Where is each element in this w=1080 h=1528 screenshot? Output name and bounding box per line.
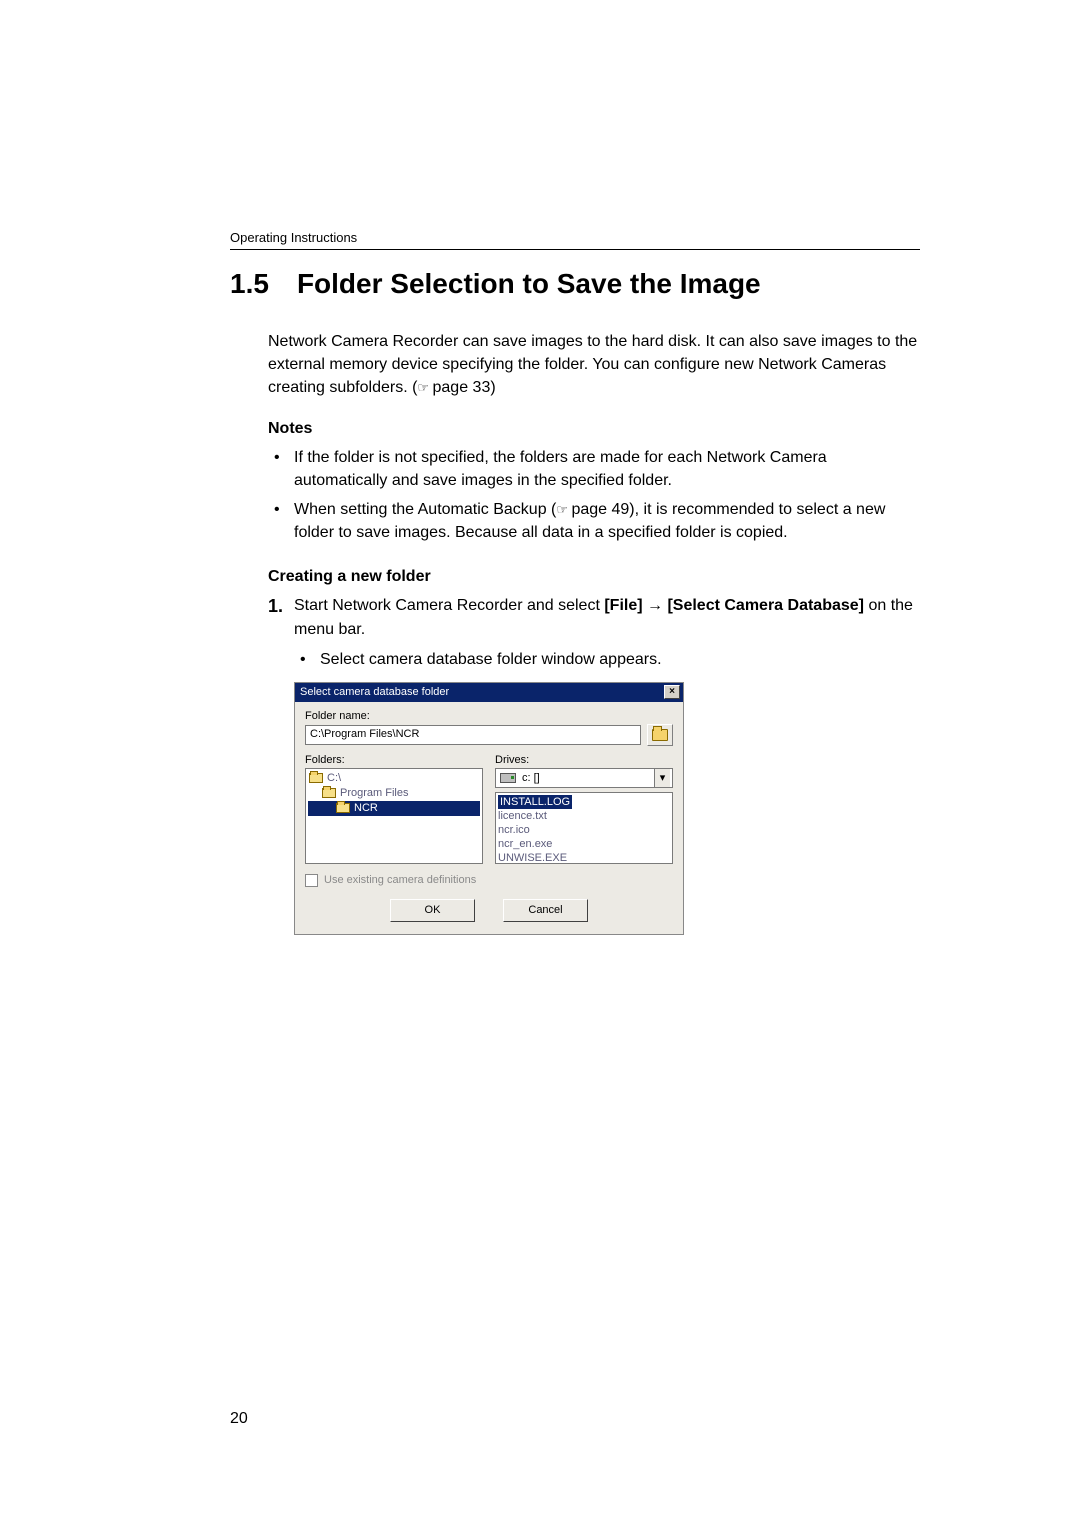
- chevron-down-icon: ▾: [654, 769, 670, 787]
- tree-label: Program Files: [340, 786, 408, 801]
- folder-name-input[interactable]: C:\Program Files\NCR: [305, 725, 641, 745]
- file-item[interactable]: ncr.ico: [498, 823, 670, 837]
- section-number: 1.5: [230, 268, 269, 300]
- notes-heading: Notes: [268, 420, 920, 438]
- close-icon[interactable]: ×: [664, 685, 680, 699]
- file-item[interactable]: licence.txt: [498, 809, 670, 823]
- folder-open-icon: [309, 773, 323, 783]
- folder-open-icon: [322, 788, 336, 798]
- drives-dropdown[interactable]: c: [] ▾: [495, 768, 673, 788]
- step1-sub-bullet: Select camera database folder window app…: [294, 648, 920, 671]
- folder-icon: [652, 729, 668, 741]
- section-title: 1.5 Folder Selection to Save the Image: [230, 268, 920, 300]
- drive-value: c: []: [522, 772, 540, 784]
- notes-list: If the folder is not specified, the fold…: [268, 446, 920, 545]
- note-item: If the folder is not specified, the fold…: [268, 446, 920, 492]
- use-existing-checkbox-row[interactable]: Use existing camera definitions: [305, 874, 673, 887]
- tree-item[interactable]: Program Files: [308, 786, 480, 801]
- section-heading: Folder Selection to Save the Image: [297, 268, 761, 300]
- cancel-button[interactable]: Cancel: [503, 899, 588, 922]
- checkbox-icon[interactable]: [305, 874, 318, 887]
- ok-button[interactable]: OK: [390, 899, 475, 922]
- page-ref-icon: ☞: [417, 379, 428, 398]
- tree-item-selected[interactable]: NCR: [308, 801, 480, 816]
- files-list[interactable]: INSTALL.LOG licence.txt ncr.ico ncr_en.e…: [495, 792, 673, 864]
- drive-icon: [500, 773, 516, 783]
- intro-text: Network Camera Recorder can save images …: [268, 333, 917, 396]
- drives-label: Drives:: [495, 754, 673, 766]
- page-ref-icon: ☞: [556, 501, 567, 520]
- folders-label: Folders:: [305, 754, 483, 766]
- tree-label: NCR: [354, 801, 378, 816]
- new-folder-button[interactable]: [647, 724, 673, 746]
- page-number: 20: [230, 1410, 248, 1428]
- creating-folder-heading: Creating a new folder: [268, 568, 920, 586]
- tree-item[interactable]: C:\: [308, 771, 480, 786]
- note2-a: When setting the Automatic Backup (: [294, 501, 556, 518]
- tree-label: C:\: [327, 771, 341, 786]
- folder-open-icon: [336, 803, 350, 813]
- select-camera-database-dialog: Select camera database folder × Folder n…: [294, 682, 684, 935]
- step-1: 1. Start Network Camera Recorder and sel…: [268, 594, 920, 642]
- menu-file: [File]: [604, 597, 642, 614]
- intro-paragraph: Network Camera Recorder can save images …: [268, 330, 920, 400]
- running-head: Operating Instructions: [230, 230, 920, 250]
- dialog-titlebar: Select camera database folder ×: [295, 683, 683, 702]
- intro-ref: page 33): [428, 379, 496, 396]
- dialog-title: Select camera database folder: [300, 686, 449, 698]
- checkbox-label: Use existing camera definitions: [324, 874, 476, 886]
- arrow-icon: →: [643, 597, 668, 614]
- folders-tree[interactable]: C:\ Program Files NCR: [305, 768, 483, 864]
- file-item[interactable]: UNWISE.EXE: [498, 851, 670, 864]
- step-number: 1.: [268, 593, 283, 620]
- step1-text-a: Start Network Camera Recorder and select: [294, 597, 604, 614]
- menu-select-camera-database: [Select Camera Database]: [667, 597, 864, 614]
- folder-name-label: Folder name:: [305, 710, 673, 722]
- file-item[interactable]: ncr_en.exe: [498, 837, 670, 851]
- file-item-selected[interactable]: INSTALL.LOG: [498, 795, 572, 809]
- note-item: When setting the Automatic Backup (☞ pag…: [268, 498, 920, 544]
